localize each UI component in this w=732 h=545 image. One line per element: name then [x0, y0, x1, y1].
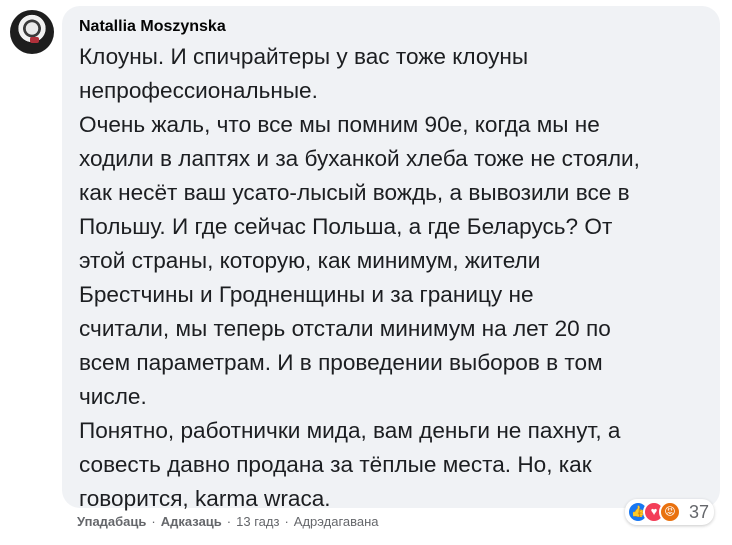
comment-line: ходили в лаптях и за буханкой хлеба тоже… — [79, 146, 640, 171]
comment-line: непрофессиональные. — [79, 78, 318, 103]
comment-line: Понятно, работнички мида, вам деньги не … — [79, 418, 621, 443]
comment-line: этой страны, которую, как минимум, жител… — [79, 248, 541, 273]
angry-icon: 😡 — [659, 501, 681, 523]
separator-dot: · — [226, 514, 232, 529]
comment-line: всем параметрам. И в проведении выборов … — [79, 350, 603, 375]
comment-line: совесть давно продана за тёплые места. Н… — [79, 452, 592, 477]
edited-label[interactable]: Адрэдагавана — [294, 514, 379, 529]
comment-line: числе. — [79, 384, 147, 409]
separator-dot: · — [151, 514, 156, 529]
comment-line: Брестчины и Гродненщины и за границу не — [79, 282, 534, 307]
comment-line: Польшу. И где сейчас Польша, а где Белар… — [79, 214, 613, 239]
comment-author[interactable]: Natallia Moszynska — [79, 17, 708, 37]
comment-line: как несёт ваш усато-лысый вождь, а вывоз… — [79, 180, 630, 205]
separator-dot: · — [284, 514, 289, 529]
comment-line: считали, мы теперь отстали минимум на ле… — [79, 316, 611, 341]
reaction-count: 37 — [689, 501, 710, 522]
comment-line: Очень жаль, что все мы помним 90е, когда… — [79, 112, 600, 137]
comment-bubble: Natallia Moszynska Клоуны. И спичрайтеры… — [62, 6, 720, 511]
author-avatar[interactable] — [10, 10, 54, 54]
comment-line: Клоуны. И спичрайтеры у вас тоже клоуны — [79, 44, 529, 69]
comment-actions: Упадабаць · Адказаць · 13 гадз · Адрэдаг… — [77, 514, 379, 529]
reply-button[interactable]: Адказаць — [161, 514, 222, 529]
reaction-icons: 👍 ♥ 😡 — [627, 501, 681, 523]
like-button[interactable]: Упадабаць — [77, 514, 146, 529]
comment-body: Клоуны. И спичрайтеры у вас тоже клоуны … — [79, 40, 708, 516]
reactions-summary[interactable]: 👍 ♥ 😡 37 — [625, 499, 715, 525]
comment-timestamp[interactable]: 13 гадз — [236, 514, 279, 529]
avatar-accent — [30, 37, 39, 43]
comment-line: говорится, karma wraca. — [79, 486, 331, 511]
